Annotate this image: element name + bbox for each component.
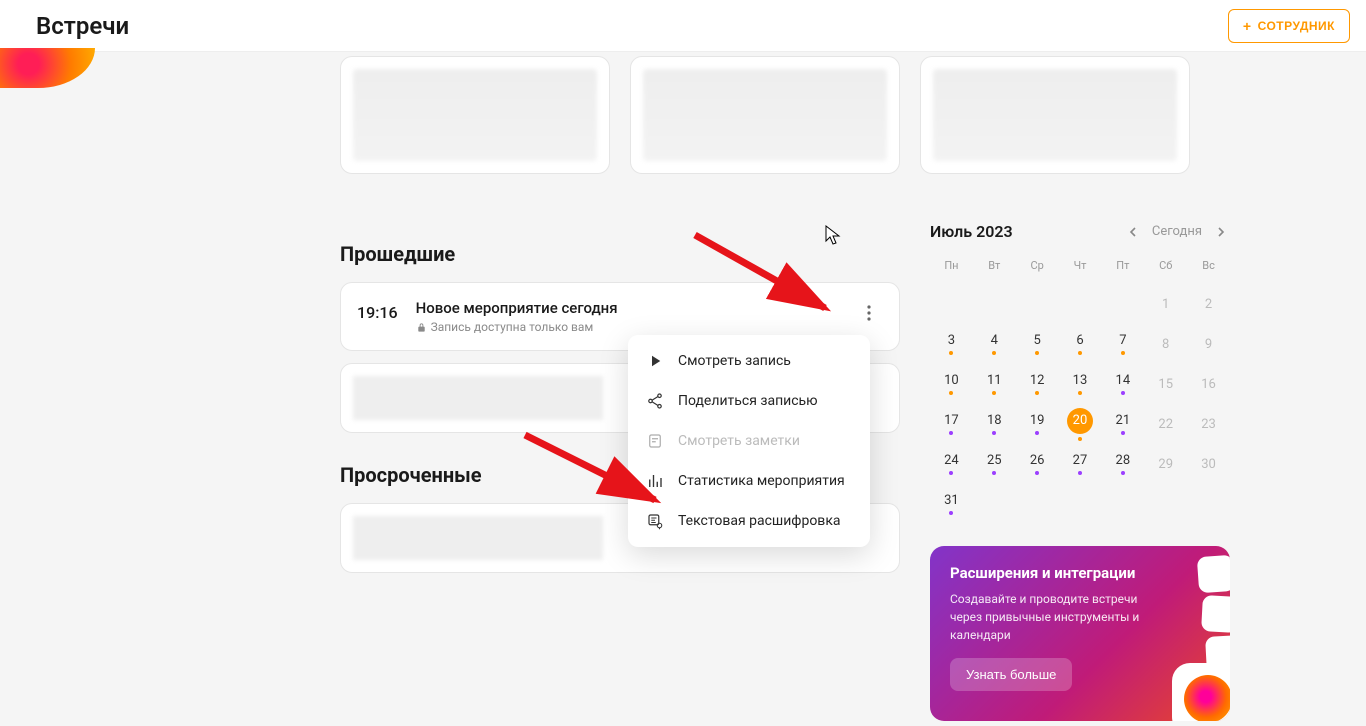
calendar-prev-button[interactable] bbox=[1124, 223, 1142, 241]
calendar-day[interactable]: 11 bbox=[973, 364, 1016, 404]
calendar-day[interactable]: 16 bbox=[1187, 364, 1230, 404]
plus-icon: + bbox=[1243, 18, 1252, 34]
calendar-day[interactable]: 13 bbox=[1059, 364, 1102, 404]
calendar-day[interactable]: 1 bbox=[1144, 284, 1187, 324]
calendar-day bbox=[1144, 484, 1187, 524]
chevron-right-icon bbox=[1216, 227, 1226, 237]
meeting-card-blurred[interactable] bbox=[920, 56, 1190, 174]
promo-text: Создавайте и проводите встречи через при… bbox=[950, 590, 1150, 644]
calendar-day[interactable]: 3 bbox=[930, 324, 973, 364]
calendar-day[interactable]: 26 bbox=[1016, 444, 1059, 484]
calendar-day bbox=[1016, 484, 1059, 524]
menu-watch-recording[interactable]: Смотреть запись bbox=[628, 341, 870, 381]
meeting-card-blurred[interactable] bbox=[630, 56, 900, 174]
calendar-day[interactable]: 19 bbox=[1016, 404, 1059, 444]
meeting-cards-row bbox=[340, 56, 1190, 174]
calendar-day[interactable]: 14 bbox=[1101, 364, 1144, 404]
lock-icon bbox=[416, 322, 427, 333]
calendar-day[interactable]: 7 bbox=[1101, 324, 1144, 364]
calendar-day[interactable]: 27 bbox=[1059, 444, 1102, 484]
calendar-day[interactable]: 4 bbox=[973, 324, 1016, 364]
calendar-day[interactable]: 5 bbox=[1016, 324, 1059, 364]
calendar-dow: Вс bbox=[1187, 253, 1230, 284]
meeting-time: 19:16 bbox=[357, 299, 398, 322]
promo-card: Расширения и интеграции Создавайте и про… bbox=[930, 546, 1230, 721]
calendar-dow: Сб bbox=[1144, 253, 1187, 284]
calendar-day bbox=[1016, 284, 1059, 324]
more-vertical-icon bbox=[867, 305, 871, 321]
calendar-day bbox=[1059, 284, 1102, 324]
calendar-day[interactable]: 29 bbox=[1144, 444, 1187, 484]
calendar-day[interactable]: 6 bbox=[1059, 324, 1102, 364]
promo-app-icons bbox=[1204, 556, 1230, 672]
calendar-dow: Вт bbox=[973, 253, 1016, 284]
calendar-day bbox=[973, 284, 1016, 324]
calendar-day[interactable]: 20 bbox=[1059, 404, 1102, 444]
calendar-day[interactable]: 8 bbox=[1144, 324, 1187, 364]
topbar: Встречи + СОТРУДНИК bbox=[0, 0, 1366, 52]
calendar-day bbox=[1059, 484, 1102, 524]
calendar-day bbox=[1101, 484, 1144, 524]
calendar-header: Июль 2023 Сегодня bbox=[930, 222, 1230, 241]
calendar-day[interactable]: 17 bbox=[930, 404, 973, 444]
calendar-dow: Ср bbox=[1016, 253, 1059, 284]
add-employee-button[interactable]: + СОТРУДНИК bbox=[1228, 9, 1350, 43]
calendar-grid: ПнВтСрЧтПтСбВс12345678910111213141516171… bbox=[930, 253, 1230, 524]
calendar-day bbox=[1187, 484, 1230, 524]
promo-learn-more-button[interactable]: Узнать больше bbox=[950, 658, 1072, 691]
calendar-next-button[interactable] bbox=[1212, 223, 1230, 241]
calendar-day bbox=[930, 284, 973, 324]
share-icon bbox=[646, 392, 664, 410]
calendar-day bbox=[973, 484, 1016, 524]
meeting-card-blurred[interactable] bbox=[340, 56, 610, 174]
calendar-day[interactable]: 30 bbox=[1187, 444, 1230, 484]
calendar-dow: Пт bbox=[1101, 253, 1144, 284]
calendar-day[interactable]: 2 bbox=[1187, 284, 1230, 324]
calendar-day[interactable]: 31 bbox=[930, 484, 973, 524]
calendar-day[interactable]: 21 bbox=[1101, 404, 1144, 444]
promo-brand-bubble bbox=[1172, 663, 1230, 721]
calendar-day bbox=[1101, 284, 1144, 324]
calendar-day[interactable]: 24 bbox=[930, 444, 973, 484]
meeting-more-button[interactable] bbox=[855, 299, 883, 327]
promo-title: Расширения и интеграции bbox=[950, 564, 1210, 582]
page-title: Встречи bbox=[36, 12, 129, 40]
play-icon bbox=[646, 352, 664, 370]
calendar-day[interactable]: 22 bbox=[1144, 404, 1187, 444]
calendar-day[interactable]: 23 bbox=[1187, 404, 1230, 444]
calendar-dow: Чт bbox=[1059, 253, 1102, 284]
add-employee-label: СОТРУДНИК bbox=[1258, 19, 1335, 33]
calendar-day[interactable]: 25 bbox=[973, 444, 1016, 484]
calendar-day[interactable]: 15 bbox=[1144, 364, 1187, 404]
calendar-day[interactable]: 12 bbox=[1016, 364, 1059, 404]
calendar-today-button[interactable]: Сегодня bbox=[1152, 224, 1202, 239]
annotation-arrow bbox=[690, 230, 840, 324]
calendar-dow: Пн bbox=[930, 253, 973, 284]
menu-share-recording[interactable]: Поделиться записью bbox=[628, 381, 870, 421]
calendar-day[interactable]: 18 bbox=[973, 404, 1016, 444]
annotation-arrow bbox=[520, 430, 670, 524]
calendar-day[interactable]: 9 bbox=[1187, 324, 1230, 364]
calendar-day[interactable]: 28 bbox=[1101, 444, 1144, 484]
chevron-left-icon bbox=[1128, 227, 1138, 237]
calendar-day[interactable]: 10 bbox=[930, 364, 973, 404]
calendar-month-label: Июль 2023 bbox=[930, 222, 1013, 241]
